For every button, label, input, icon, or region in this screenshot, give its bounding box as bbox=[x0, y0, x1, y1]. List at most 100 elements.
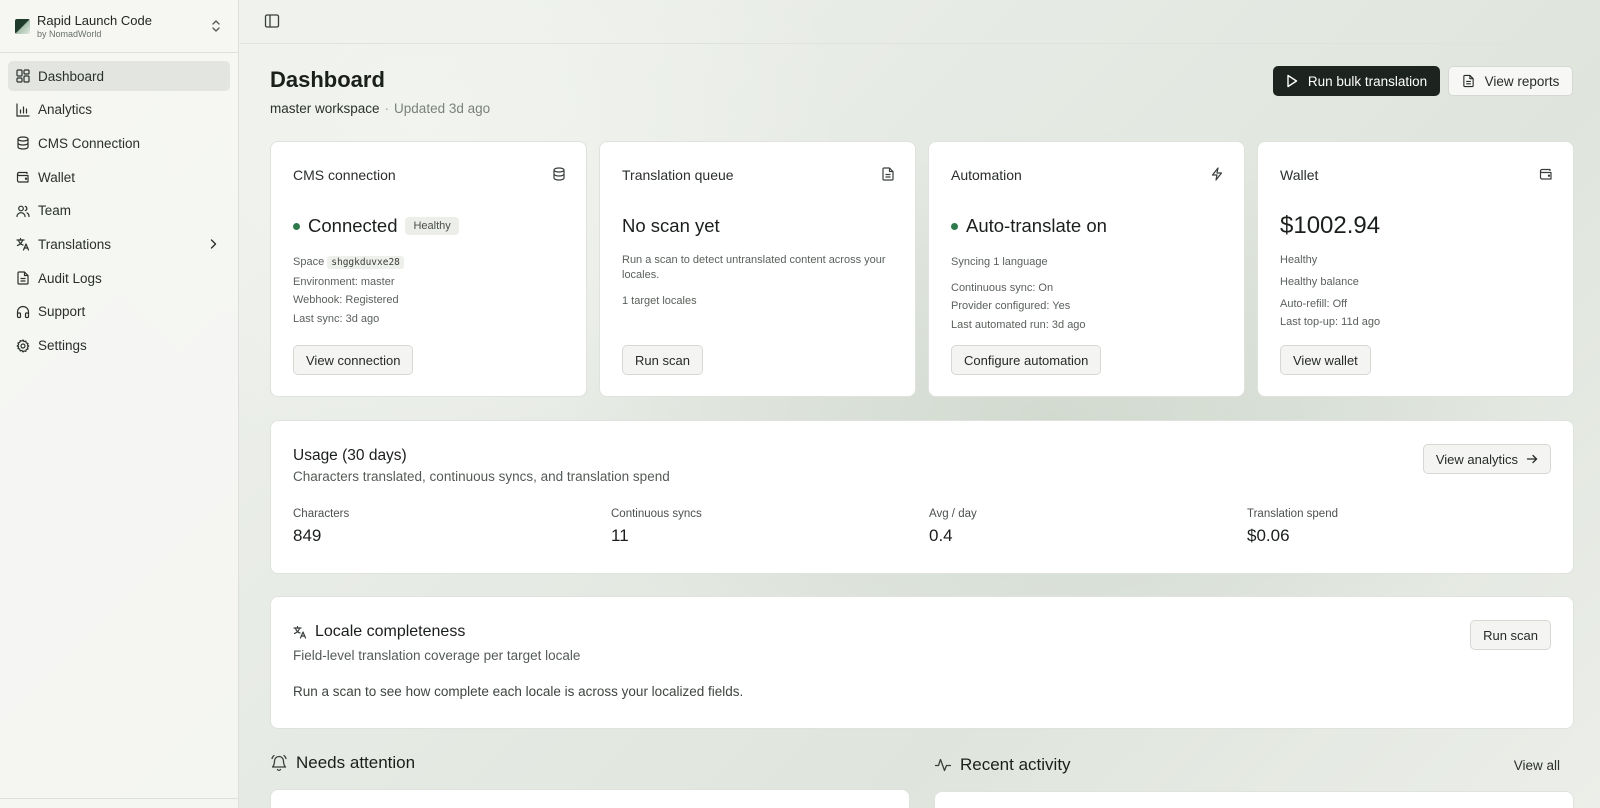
brand-sub: by NomadWorld bbox=[37, 28, 102, 39]
sidebar-item-label: Audit Logs bbox=[38, 270, 102, 286]
locale-run-scan-button[interactable]: Run scan bbox=[1470, 620, 1551, 650]
card-title: Automation bbox=[951, 167, 1022, 183]
webhook-row: Webhook: Registered bbox=[293, 294, 399, 306]
automation-status: Auto-translate on bbox=[951, 215, 1107, 237]
space-label: Space bbox=[293, 256, 325, 268]
sidebar-item-settings[interactable]: Settings bbox=[8, 331, 230, 361]
environment-row: Environment: master bbox=[293, 275, 395, 288]
sidebar-item-audit-logs[interactable]: Audit Logs bbox=[8, 263, 230, 293]
automation-status-text: Auto-translate on bbox=[966, 215, 1107, 236]
space-id: shggkduvxe28 bbox=[327, 256, 404, 269]
meta-separator: · bbox=[384, 101, 390, 116]
file-text-icon bbox=[882, 167, 894, 181]
bar-chart-icon bbox=[16, 103, 30, 117]
sidebar-footer bbox=[0, 798, 238, 808]
last-sync-row: Last sync: 3d ago bbox=[293, 312, 380, 325]
file-text-icon bbox=[1462, 74, 1474, 88]
gear-icon bbox=[16, 338, 30, 353]
languages-icon bbox=[16, 237, 30, 252]
updated-time: Updated 3d ago bbox=[394, 101, 491, 116]
run-scan-button[interactable]: Run scan bbox=[622, 345, 703, 375]
target-locales: 1 target locales bbox=[622, 295, 697, 307]
cms-connection-card: CMS connection Connected Healthy Space s… bbox=[270, 141, 587, 397]
automation-card: Automation Auto-translate on Syncing 1 l… bbox=[928, 141, 1245, 397]
metric-label: Avg / day bbox=[929, 508, 977, 520]
headphones-icon bbox=[16, 305, 30, 319]
space-row: Space shggkduvxe28 bbox=[293, 253, 564, 273]
wallet-icon bbox=[1539, 168, 1552, 180]
continuous-sync-row: Continuous sync: On bbox=[951, 281, 1054, 294]
play-icon bbox=[1287, 74, 1298, 88]
wallet-icon bbox=[16, 170, 30, 184]
metric-label: Characters bbox=[293, 508, 350, 520]
wallet-balance: $1002.94 bbox=[1280, 212, 1381, 239]
locale-empty-note: Run a scan to see how complete each loca… bbox=[293, 684, 744, 699]
bell-icon bbox=[271, 754, 287, 772]
locale-title-text: Locale completeness bbox=[315, 623, 466, 640]
recent-activity-heading: Recent activity bbox=[934, 755, 1071, 775]
card-title: CMS connection bbox=[293, 167, 396, 183]
cms-details: Space shggkduvxe28 Environment: master W… bbox=[293, 253, 564, 328]
metric-avg-per-day: Avg / day 0.4 bbox=[929, 508, 977, 546]
view-wallet-button[interactable]: View wallet bbox=[1280, 345, 1371, 375]
automation-details: Syncing 1 language Continuous sync: On P… bbox=[951, 253, 1222, 334]
sidebar-item-label: CMS Connection bbox=[38, 135, 141, 151]
translation-queue-card: Translation queue No scan yet Run a scan… bbox=[599, 141, 916, 397]
view-analytics-label: View analytics bbox=[1435, 451, 1518, 467]
metric-value: 849 bbox=[293, 526, 322, 545]
syncing-row: Syncing 1 language bbox=[951, 256, 1048, 268]
usage-title: Usage (30 days) bbox=[293, 447, 407, 464]
chevron-up-down-icon bbox=[212, 20, 220, 32]
sidebar-item-analytics[interactable]: Analytics bbox=[8, 95, 230, 125]
wallet-status-detail: Healthy balance bbox=[1280, 276, 1359, 288]
needs-attention-heading: Needs attention bbox=[270, 753, 415, 773]
metric-value: 11 bbox=[611, 526, 629, 545]
run-bulk-translation-button[interactable]: Run bulk translation bbox=[1273, 66, 1440, 96]
recent-activity-title: Recent activity bbox=[960, 755, 1071, 774]
workspace-switcher[interactable]: Rapid Launch Code by NomadWorld bbox=[0, 0, 238, 53]
queue-status: No scan yet bbox=[622, 215, 720, 236]
configure-automation-button[interactable]: Configure automation bbox=[951, 345, 1102, 375]
sidebar-toggle-icon[interactable] bbox=[264, 13, 280, 29]
locale-title: Locale completeness bbox=[293, 623, 465, 641]
last-topup-row: Last top-up: 11d ago bbox=[1280, 316, 1381, 328]
view-analytics-button[interactable]: View analytics bbox=[1422, 444, 1551, 474]
locale-subtitle: Field-level translation coverage per tar… bbox=[293, 648, 581, 663]
card-title: Wallet bbox=[1280, 167, 1319, 183]
arrow-right-icon bbox=[1526, 454, 1538, 464]
auto-refill-row: Auto-refill: Off bbox=[1280, 298, 1348, 310]
wallet-details: Healthy Healthy balance Auto-refill: Off… bbox=[1280, 249, 1551, 329]
sidebar-item-support[interactable]: Support bbox=[8, 297, 230, 327]
sidebar-item-translations[interactable]: Translations bbox=[8, 229, 230, 259]
status-dot bbox=[951, 222, 958, 230]
sidebar-item-team[interactable]: Team bbox=[8, 196, 230, 226]
view-reports-button[interactable]: View reports bbox=[1448, 66, 1573, 96]
provider-row: Provider configured: Yes bbox=[951, 300, 1071, 312]
view-all-link[interactable]: View all bbox=[1514, 758, 1560, 773]
wallet-card: Wallet $1002.94 Healthy Healthy balance … bbox=[1257, 141, 1574, 397]
page-title: Dashboard bbox=[270, 67, 385, 92]
card-title: Translation queue bbox=[622, 167, 734, 183]
sidebar-item-label: Analytics bbox=[38, 102, 93, 118]
activity-icon bbox=[934, 758, 952, 772]
run-bulk-translation-label: Run bulk translation bbox=[1307, 73, 1428, 89]
sidebar: Rapid Launch Code by NomadWorld Dashboar… bbox=[0, 0, 239, 808]
sidebar-item-dashboard[interactable]: Dashboard bbox=[8, 61, 230, 91]
connection-status: Connected Healthy bbox=[293, 215, 459, 237]
topbar bbox=[240, 0, 1600, 44]
sidebar-item-label: Team bbox=[38, 203, 72, 219]
sidebar-item-label: Dashboard bbox=[38, 68, 105, 84]
page-meta: master workspace · Updated 3d ago bbox=[270, 101, 490, 116]
languages-icon bbox=[293, 625, 307, 639]
users-icon bbox=[16, 204, 30, 218]
metric-label: Continuous syncs bbox=[611, 508, 702, 520]
metric-value: 0.4 bbox=[929, 526, 953, 545]
lightning-icon bbox=[1211, 167, 1223, 181]
sidebar-nav: Dashboard Analytics CMS Connection Walle… bbox=[0, 53, 238, 372]
sidebar-item-cms-connection[interactable]: CMS Connection bbox=[8, 128, 230, 158]
view-connection-button[interactable]: View connection bbox=[293, 345, 414, 375]
database-icon bbox=[16, 136, 30, 150]
usage-card: Usage (30 days) Characters translated, c… bbox=[270, 420, 1574, 574]
sidebar-item-wallet[interactable]: Wallet bbox=[8, 162, 230, 192]
needs-attention-title: Needs attention bbox=[296, 753, 416, 772]
